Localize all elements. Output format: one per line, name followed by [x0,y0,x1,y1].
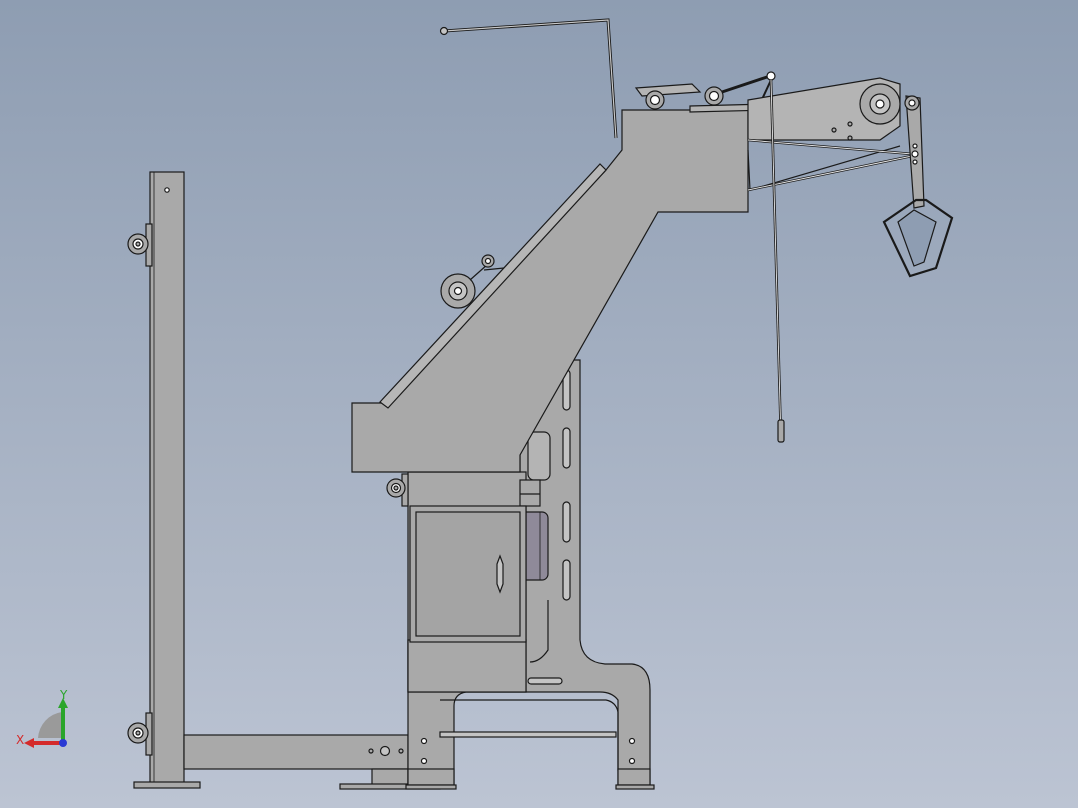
cad-viewport[interactable]: Y X [0,0,1078,808]
cad-drawing: Y X [0,0,1078,808]
y-axis-label: Y [59,688,68,702]
z-axis-dot [59,739,67,747]
x-axis-label: X [16,733,24,747]
arm-pulley[interactable] [859,83,901,125]
cabinet-door[interactable] [409,505,527,643]
